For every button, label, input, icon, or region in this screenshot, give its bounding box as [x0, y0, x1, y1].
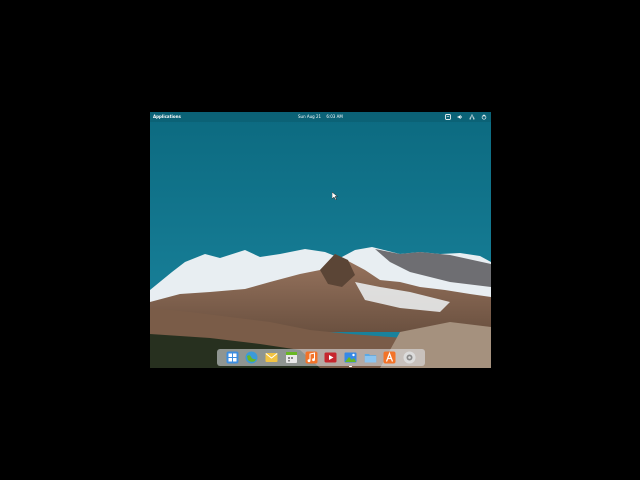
clock-time: 6:03 AM [326, 114, 343, 119]
volume-icon[interactable] [457, 113, 463, 120]
web-browser-button[interactable] [245, 351, 258, 364]
date-time-indicator[interactable]: Sun Aug 21 6:03 AM [298, 114, 347, 119]
multitasking-view-button[interactable] [226, 351, 239, 364]
network-icon[interactable] [469, 113, 475, 120]
power-icon[interactable] [481, 113, 487, 120]
photos-button[interactable] [344, 351, 357, 367]
mail-button[interactable] [265, 351, 278, 364]
desktop-screen: Applications Sun Aug 21 6:03 AM [150, 112, 491, 368]
files-button[interactable] [364, 351, 377, 364]
system-tray [445, 113, 487, 120]
top-panel: Applications Sun Aug 21 6:03 AM [150, 112, 491, 122]
appcenter-button[interactable] [383, 351, 396, 364]
running-indicator [349, 365, 353, 367]
notifications-icon[interactable] [445, 113, 451, 120]
clock-date: Sun Aug 21 [298, 114, 322, 119]
mouse-pointer-icon [332, 192, 338, 200]
mountain-wallpaper [150, 112, 491, 368]
music-button[interactable] [305, 351, 318, 364]
videos-button[interactable] [324, 351, 337, 364]
system-settings-button[interactable] [403, 351, 416, 364]
dock [217, 349, 425, 367]
applications-menu-button[interactable]: Applications [153, 114, 181, 119]
calendar-button[interactable] [285, 351, 298, 364]
